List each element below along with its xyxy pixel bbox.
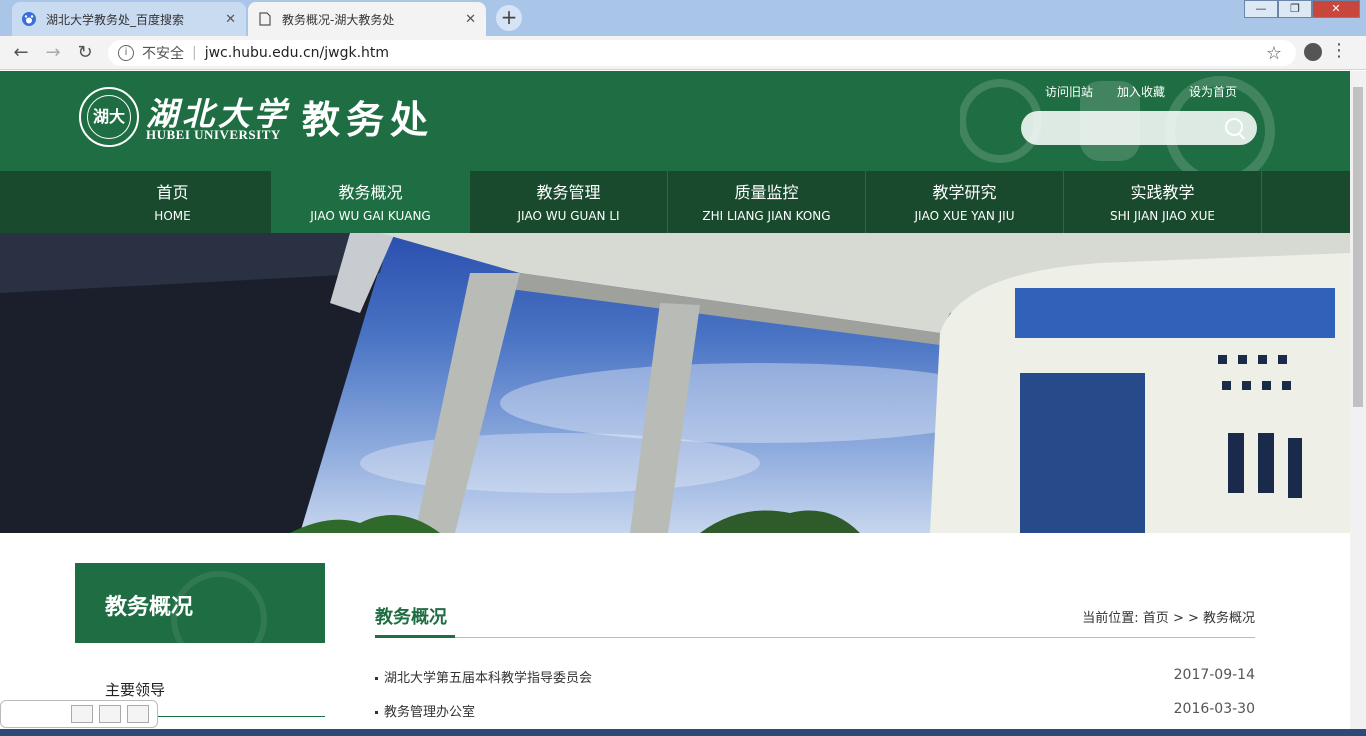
nav-item-home[interactable]: 首页 HOME — [74, 171, 272, 233]
add-favorite-link[interactable]: 加入收藏 — [1117, 83, 1165, 100]
section-title-underline — [375, 635, 455, 638]
new-tab-button[interactable]: + — [496, 5, 522, 31]
browser-menu-icon[interactable]: ⋮ — [1330, 42, 1348, 60]
nav-label-en: HOME — [154, 209, 191, 223]
nav-label-cn: 首页 — [156, 183, 189, 202]
back-button[interactable]: ← — [10, 42, 32, 64]
search-icon[interactable] — [1225, 118, 1243, 136]
nav-label-cn: 教学研究 — [932, 183, 997, 202]
nav-label-cn: 实践教学 — [1130, 183, 1195, 202]
sidebar-header: 教务概况 — [75, 563, 325, 667]
campus-building-illustration — [0, 233, 1350, 533]
bookmark-star-icon[interactable]: ☆ — [1266, 43, 1282, 64]
bullet-icon — [375, 711, 378, 714]
floating-mini-toolbar — [0, 700, 158, 728]
news-date: 2016-03-30 — [1173, 701, 1255, 717]
nav-item-jiaowu-guanli[interactable]: 教务管理 JIAO WU GUAN LI — [470, 171, 668, 233]
section-title: 教务概况 — [375, 607, 447, 628]
close-icon[interactable]: ✕ — [465, 12, 476, 27]
nav-label-en: ZHI LIANG JIAN KONG — [702, 209, 831, 223]
account-icon[interactable] — [1304, 43, 1322, 61]
window-close-button[interactable]: ✕ — [1312, 0, 1360, 18]
breadcrumb: 当前位置: 首页 > > 教务概况 — [1082, 611, 1255, 626]
news-title[interactable]: 教务管理办公室 — [384, 705, 475, 720]
old-site-link[interactable]: 访问旧站 — [1045, 83, 1093, 100]
close-icon[interactable]: ✕ — [225, 12, 236, 27]
site-search-input[interactable] — [1021, 111, 1257, 145]
background-window-tab — [530, 6, 670, 30]
tab-title: 教务概况-湖大教务处 — [282, 12, 395, 27]
forward-button[interactable]: → — [42, 42, 64, 64]
sidebar-title: 教务概况 — [105, 595, 194, 620]
nav-label-cn: 教务管理 — [536, 183, 601, 202]
nav-item-jiaowu-gaikuang[interactable]: 教务概况 JIAO WU GAI KUANG — [272, 171, 470, 233]
scrollbar-thumb[interactable] — [1353, 87, 1363, 407]
seal-inner: 湖大 — [87, 95, 131, 139]
reload-button[interactable]: ↻ — [74, 42, 96, 64]
info-icon[interactable]: i — [118, 45, 134, 61]
list-item[interactable]: 教务管理办公室 2016-03-30 — [375, 701, 1255, 720]
window-icon[interactable] — [99, 705, 121, 723]
close-icon[interactable] — [127, 705, 149, 723]
main-nav: 首页 HOME 教务概况 JIAO WU GAI KUANG 教务管理 JIAO… — [0, 171, 1350, 233]
baidu-paw-icon — [22, 12, 36, 26]
site-header: 湖大 湖北大学 HUBEI UNIVERSITY 教务处 访问旧站 加入收藏 设… — [0, 71, 1350, 171]
separator: | — [192, 45, 197, 61]
restore-icon[interactable] — [71, 705, 93, 723]
minimize-button[interactable]: — — [1244, 0, 1278, 18]
page-viewport: 湖大 湖北大学 HUBEI UNIVERSITY 教务处 访问旧站 加入收藏 设… — [0, 71, 1350, 729]
page-scrollbar[interactable] — [1350, 71, 1366, 729]
campus-banner-image — [0, 233, 1350, 533]
browser-tab-jwgk[interactable]: 教务概况-湖大教务处 ✕ — [248, 2, 486, 36]
news-date: 2017-09-14 — [1173, 667, 1255, 683]
logo-english-name: HUBEI UNIVERSITY — [146, 127, 281, 142]
header-top-links: 访问旧站 加入收藏 设为首页 — [1045, 83, 1237, 100]
nav-label-en: SHI JIAN JIAO XUE — [1110, 209, 1215, 223]
security-label: 不安全 — [142, 46, 184, 62]
page-icon — [258, 12, 272, 26]
set-homepage-link[interactable]: 设为首页 — [1189, 83, 1237, 100]
nav-item-jiaoxue-yanjiu[interactable]: 教学研究 JIAO XUE YAN JIU — [866, 171, 1064, 233]
nav-label-cn: 质量监控 — [734, 183, 799, 202]
nav-label-en: JIAO WU GUAN LI — [517, 209, 620, 223]
nav-label-cn: 教务概况 — [338, 183, 403, 202]
nav-label-en: JIAO WU GAI KUANG — [310, 209, 431, 223]
nav-item-zhiliang-jiankong[interactable]: 质量监控 ZHI LIANG JIAN KONG — [668, 171, 866, 233]
window-controls: — ❐ ✕ — [1244, 0, 1360, 18]
browser-tabstrip: 湖北大学教务处_百度搜索 ✕ 教务概况-湖大教务处 ✕ + — ❐ ✕ — [0, 0, 1366, 36]
os-taskbar — [0, 729, 1366, 736]
maximize-button[interactable]: ❐ — [1278, 0, 1312, 18]
news-title[interactable]: 湖北大学第五届本科教学指导委员会 — [384, 671, 592, 686]
tab-title: 湖北大学教务处_百度搜索 — [46, 12, 185, 27]
address-bar[interactable]: i 不安全 | jwc.hubu.edu.cn/jwgk.htm ☆ — [108, 40, 1296, 66]
section-divider — [375, 637, 1255, 638]
nav-item-shijian-jiaoxue[interactable]: 实践教学 SHI JIAN JIAO XUE — [1064, 171, 1262, 233]
sidebar-item-leaders[interactable]: 主要领导 — [105, 679, 165, 700]
url-text[interactable]: jwc.hubu.edu.cn/jwgk.htm — [205, 45, 389, 61]
site-title: 教务处 — [302, 98, 435, 142]
browser-tab-baidu[interactable]: 湖北大学教务处_百度搜索 ✕ — [12, 2, 246, 36]
browser-toolbar: ← → ↻ i 不安全 | jwc.hubu.edu.cn/jwgk.htm ☆ — [0, 36, 1366, 70]
nav-label-en: JIAO XUE YAN JIU — [914, 209, 1015, 223]
bullet-icon — [375, 677, 378, 680]
university-seal-logo[interactable]: 湖大 — [79, 87, 139, 147]
list-item[interactable]: 湖北大学第五届本科教学指导委员会 2017-09-14 — [375, 667, 1255, 686]
